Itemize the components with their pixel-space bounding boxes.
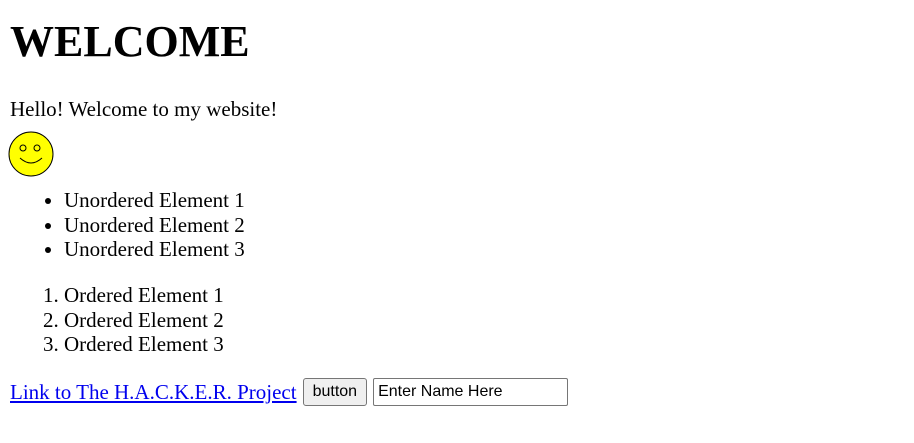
hacker-project-link[interactable]: Link to The H.A.C.K.E.R. Project	[10, 379, 297, 405]
smiley-face-icon	[8, 131, 54, 177]
name-input[interactable]	[373, 378, 569, 406]
list-item: Ordered Element 2	[64, 308, 224, 333]
button[interactable]: button	[302, 378, 368, 406]
list-item: Unordered Element 1	[64, 188, 245, 213]
controls-row: Link to The H.A.C.K.E.R. Project button	[10, 377, 569, 407]
page-title: WELCOME	[10, 17, 250, 66]
ordered-list: Ordered Element 1 Ordered Element 2 Orde…	[10, 283, 224, 357]
unordered-list: Unordered Element 1 Unordered Element 2 …	[10, 188, 245, 262]
list-item: Unordered Element 3	[64, 237, 245, 262]
list-item: Unordered Element 2	[64, 213, 245, 238]
intro-text: Hello! Welcome to my website!	[10, 97, 278, 121]
list-item: Ordered Element 1	[64, 283, 224, 308]
list-item: Ordered Element 3	[64, 332, 224, 357]
